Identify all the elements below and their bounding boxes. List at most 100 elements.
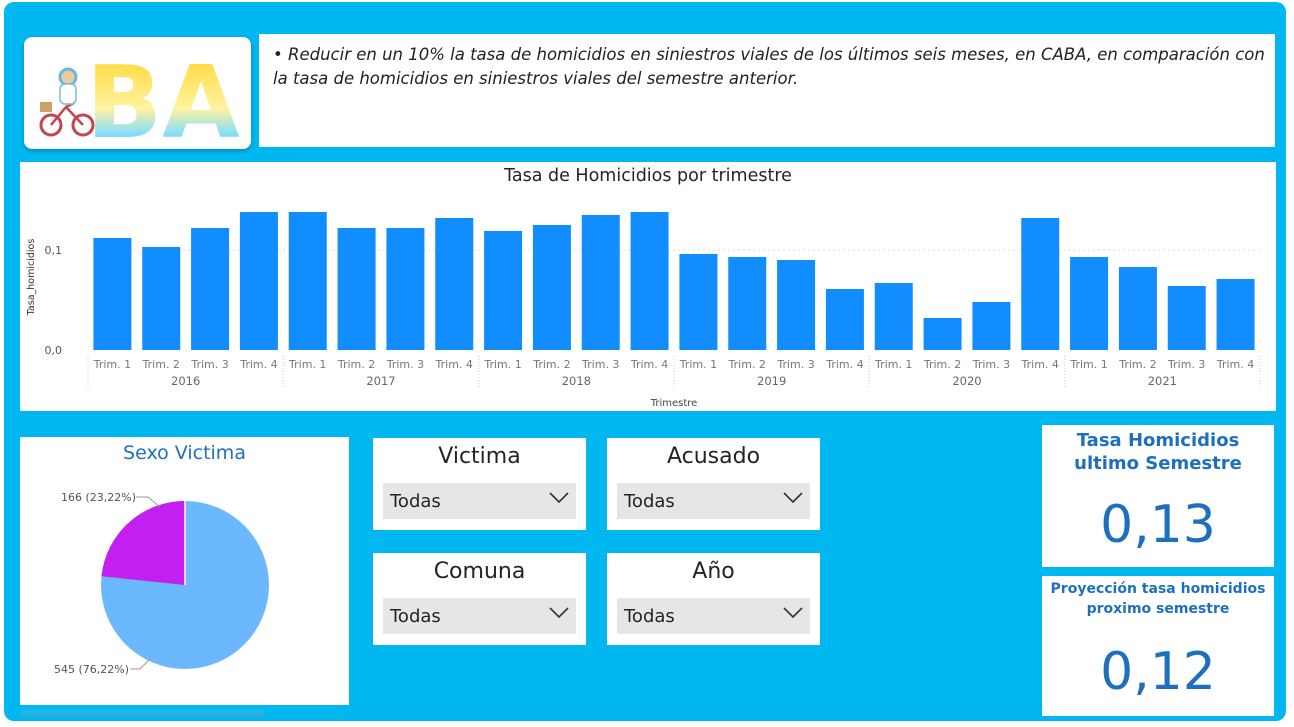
slicer-title: Victima [438, 444, 521, 469]
slicer-title: Año [692, 559, 735, 584]
bar[interactable] [972, 302, 1011, 350]
objective-text: • Reducir en un 10% la tasa de homicidio… [273, 45, 1265, 88]
bar[interactable] [1070, 257, 1109, 350]
anio-dropdown[interactable]: Todas [617, 598, 810, 634]
y-tick-label: 0,1 [45, 244, 63, 257]
kpi-card-projection[interactable]: Proyección tasa homicidios proximo semes… [1042, 576, 1274, 716]
kpi-title: Tasa Homicidios ultimo Semestre [1074, 430, 1242, 474]
quarter-label: Trim. 2 [1118, 358, 1156, 371]
chevron-down-icon [783, 492, 803, 504]
year-label: 2020 [952, 374, 981, 388]
quarter-label: Trim. 3 [776, 358, 814, 371]
dropdown-value: Todas [390, 606, 441, 627]
y-axis-label: Tasa_homicidios [26, 239, 37, 317]
pie-label-minor: 166 (23,22%) [61, 491, 136, 504]
leader-line-minor [136, 496, 161, 508]
quarter-label: Trim. 3 [972, 358, 1010, 371]
dropdown-value: Todas [390, 491, 441, 512]
y-tick-label: 0,0 [45, 344, 63, 357]
quarter-label: Trim. 3 [386, 358, 424, 371]
bar[interactable] [923, 318, 962, 350]
quarter-label: Trim. 4 [630, 358, 668, 371]
year-label: 2018 [562, 374, 591, 388]
bar[interactable] [191, 228, 230, 350]
bar[interactable] [581, 215, 620, 350]
bar[interactable] [337, 228, 376, 350]
quarter-label: Trim. 2 [142, 358, 180, 371]
year-label: 2016 [171, 374, 200, 388]
quarter-label: Trim. 1 [874, 358, 912, 371]
bar[interactable] [728, 257, 767, 350]
kpi-card-last-semester[interactable]: Tasa Homicidios ultimo Semestre 0,13 [1042, 425, 1274, 567]
slicer-victima: Victima Todas [373, 438, 586, 530]
slicer-acusado: Acusado Todas [607, 438, 820, 530]
objective-panel: • Reducir en un 10% la tasa de homicidio… [259, 34, 1275, 147]
logo-card: BA [24, 37, 251, 161]
year-label: 2021 [1148, 374, 1177, 388]
quarter-label: Trim. 1 [1069, 358, 1107, 371]
pie-label-main: 545 (76,22%) [54, 663, 129, 676]
dashboard-canvas: BA • Reducir en un 10% la tasa de homici… [4, 2, 1286, 721]
dropdown-value: Todas [624, 606, 675, 627]
pie-slice-minor[interactable] [101, 501, 185, 585]
quarter-label: Trim. 1 [288, 358, 326, 371]
chevron-down-icon [549, 492, 569, 504]
page-scroll-shadow [20, 710, 265, 718]
quarter-label: Trim. 3 [1167, 358, 1205, 371]
x-axis-label: Trimestre [650, 398, 698, 409]
bar[interactable] [532, 225, 571, 350]
bar-chart-svg: 0,0 0,1 Tasa_homicidios Trim. 1 Trim. 2 Trim.… [26, 212, 1261, 409]
bar[interactable] [874, 283, 913, 350]
pie-svg: 166 (23,22%) 545 (76,22%) [54, 491, 269, 676]
bar[interactable] [630, 212, 669, 350]
bar[interactable] [386, 228, 425, 350]
quarter-label: Trim. 4 [435, 358, 473, 371]
slicer-title: Comuna [433, 559, 526, 584]
chart-title: Tasa de Homicidios por trimestre [504, 166, 792, 186]
pie-title: Sexo Victima [123, 442, 246, 464]
chevron-down-icon [549, 607, 569, 619]
svg-text:BA: BA [86, 44, 240, 149]
victima-dropdown[interactable]: Todas [383, 483, 576, 519]
bar[interactable] [142, 247, 181, 350]
quarter-label: Trim. 3 [581, 358, 619, 371]
quarter-label: Trim. 4 [239, 358, 277, 371]
kpi-value: 0,13 [1100, 495, 1216, 555]
quarter-label: Trim. 4 [1021, 358, 1059, 371]
quarter-label: Trim. 2 [923, 358, 961, 371]
bar[interactable] [679, 254, 718, 350]
chevron-down-icon [783, 607, 803, 619]
quarter-label: Trim. 2 [532, 358, 570, 371]
bar[interactable] [93, 238, 132, 350]
kpi-title: Proyección tasa homicidios proximo semes… [1050, 581, 1266, 617]
quarter-label: Trim. 4 [1216, 358, 1254, 371]
bar[interactable] [288, 212, 327, 350]
year-label: 2017 [366, 374, 395, 388]
homicide-rate-chart[interactable]: 0,0 0,1 Tasa_homicidios Trim. 1 Trim. 2 Trim.… [20, 162, 1276, 411]
leader-line-main [130, 658, 151, 670]
year-label: 2019 [757, 374, 786, 388]
ba-logo: BA [39, 44, 240, 161]
quarter-label: Trim. 4 [825, 358, 863, 371]
comuna-dropdown[interactable]: Todas [383, 598, 576, 634]
bar[interactable] [484, 231, 523, 350]
bar[interactable] [777, 260, 816, 350]
acusado-dropdown[interactable]: Todas [617, 483, 810, 519]
bar[interactable] [1021, 218, 1060, 350]
bar[interactable] [239, 212, 278, 350]
kpi-value: 0,12 [1100, 642, 1216, 702]
quarter-label: Trim. 1 [483, 358, 521, 371]
victim-sex-pie-chart[interactable]: Sexo Victima 166 (23,22%) 545 (76,22%) [20, 437, 349, 705]
bar[interactable] [1167, 286, 1206, 350]
bar[interactable] [435, 218, 474, 350]
quarter-label: Trim. 2 [728, 358, 766, 371]
dropdown-value: Todas [624, 491, 675, 512]
slicer-title: Acusado [666, 444, 761, 469]
quarter-label: Trim. 3 [190, 358, 228, 371]
bar[interactable] [1118, 267, 1157, 350]
quarter-label: Trim. 1 [93, 358, 131, 371]
slicer-comuna: Comuna Todas [373, 553, 586, 645]
bar[interactable] [825, 289, 864, 350]
bar[interactable] [1216, 279, 1255, 350]
slicer-anio: Año Todas [607, 553, 820, 645]
